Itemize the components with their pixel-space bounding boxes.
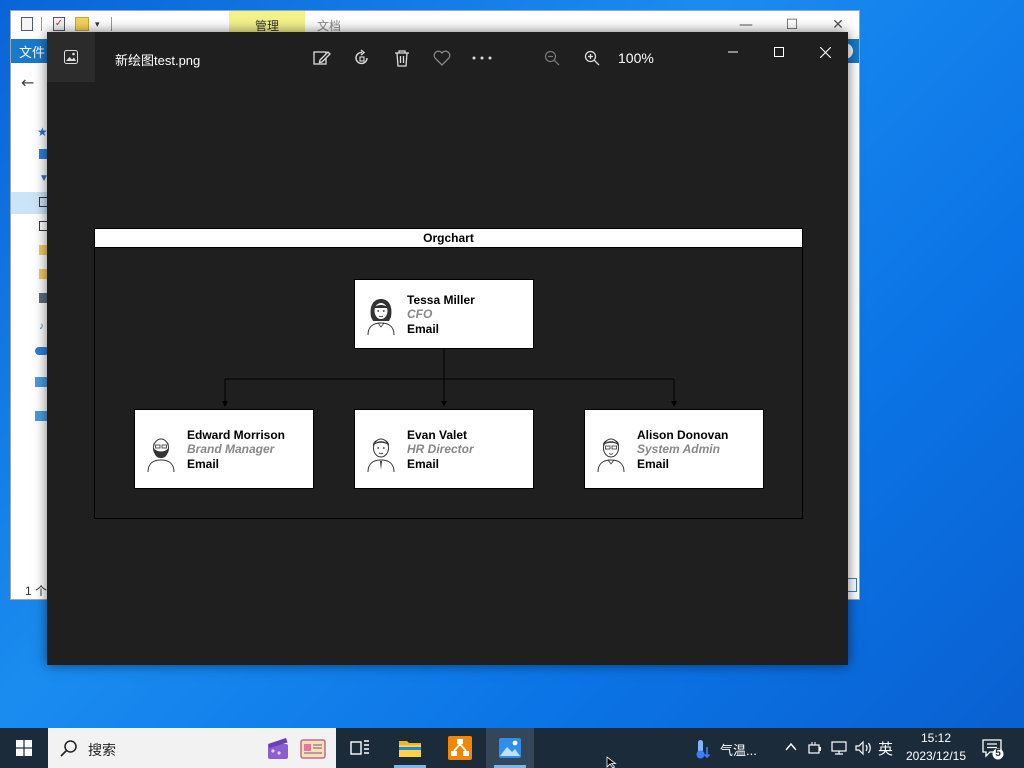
- node-email: Email: [407, 457, 440, 471]
- separator: [111, 17, 112, 31]
- search-placeholder: 搜索: [88, 742, 116, 758]
- task-view-icon: [350, 740, 369, 755]
- weather-widget[interactable]: 气温...: [690, 738, 770, 760]
- thermometer-icon: [696, 740, 711, 759]
- notification-count: 5: [995, 748, 1001, 759]
- node-name: Tessa Miller: [407, 293, 475, 307]
- windows-logo-icon: [16, 740, 32, 756]
- photos-icon: [499, 738, 521, 758]
- status-bar-text: 1 个: [25, 584, 48, 598]
- taskbar-drawio[interactable]: [436, 728, 484, 768]
- zoom-level[interactable]: 100%: [618, 50, 654, 66]
- node-role: CFO: [407, 307, 433, 321]
- node-role: HR Director: [407, 442, 474, 456]
- network-icon[interactable]: [831, 740, 847, 759]
- node-email: Email: [187, 457, 220, 471]
- back-arrow-icon[interactable]: ←: [21, 73, 34, 92]
- weather-text: 气温...: [720, 743, 757, 758]
- new-folder-icon[interactable]: [75, 17, 89, 31]
- taskbar: 搜索 气温... 英 15:12 2023/12/15 5: [0, 728, 1024, 768]
- checkmark-doc-icon[interactable]: ✓: [53, 17, 65, 31]
- separator: [41, 17, 42, 31]
- node-email: Email: [637, 457, 670, 471]
- clapperboard-icon: [268, 738, 288, 759]
- minimize-button[interactable]: [710, 40, 756, 64]
- clock-date[interactable]: 2023/12/15: [898, 749, 974, 763]
- properties-icon[interactable]: [21, 17, 33, 31]
- org-node-child: Edward Morrison Brand Manager Email: [134, 409, 314, 489]
- bearded-man-avatar-icon: [147, 438, 175, 472]
- search-box[interactable]: 搜索: [48, 728, 336, 768]
- node-name: Evan Valet: [407, 428, 468, 442]
- volume-icon[interactable]: [855, 740, 873, 759]
- clock-time[interactable]: 15:12: [910, 731, 962, 745]
- org-node-child: Alison Donovan System Admin Email: [584, 409, 764, 489]
- favorite-icon[interactable]: [429, 45, 455, 71]
- tab-file[interactable]: 文件: [19, 42, 45, 61]
- node-name: Alison Donovan: [637, 428, 729, 442]
- org-node-root: Tessa Miller CFO Email: [354, 279, 534, 349]
- woman-avatar-icon: [367, 299, 395, 335]
- man-avatar-icon: [367, 438, 395, 472]
- diagram-app-icon: [448, 736, 472, 760]
- folder-icon: [399, 741, 421, 757]
- zoom-in-icon[interactable]: [579, 45, 605, 71]
- zoom-out-icon[interactable]: [539, 45, 565, 71]
- input-method-indicator[interactable]: 英: [878, 738, 893, 759]
- task-view-button[interactable]: [336, 728, 384, 768]
- org-node-child: Evan Valet HR Director Email: [354, 409, 534, 489]
- start-button[interactable]: [0, 728, 48, 768]
- rotate-icon[interactable]: [349, 45, 375, 71]
- customize-quick-access-icon[interactable]: ▾: [95, 19, 100, 30]
- quick-access-star-icon[interactable]: ★: [37, 125, 48, 139]
- mouse-cursor-icon: [606, 756, 617, 768]
- taskbar-photos[interactable]: [486, 728, 534, 768]
- node-role: System Admin: [637, 442, 720, 456]
- edit-image-icon[interactable]: [309, 45, 335, 71]
- maximize-button[interactable]: [756, 40, 802, 64]
- news-card-icon: [300, 739, 326, 759]
- delete-icon[interactable]: [389, 45, 415, 71]
- node-email: Email: [407, 322, 440, 336]
- close-button[interactable]: [802, 40, 848, 64]
- node-name: Edward Morrison: [187, 428, 286, 442]
- file-name-title: 新绘图test.png: [115, 53, 201, 68]
- search-icon: [60, 740, 77, 757]
- node-role: Brand Manager: [187, 442, 275, 456]
- orgchart-image: Orgchart Tessa Miller CFO Email Edward M…: [94, 228, 803, 519]
- photos-viewer-window[interactable]: 新绘图test.png 100% Orgchart Tessa Miller C…: [47, 32, 848, 665]
- show-hidden-icons-icon[interactable]: [785, 738, 797, 759]
- man-with-glasses-avatar-icon: [597, 438, 625, 472]
- battery-icon[interactable]: [808, 740, 824, 759]
- action-center-button[interactable]: 5: [982, 738, 1004, 760]
- taskbar-file-explorer[interactable]: [386, 728, 434, 768]
- more-icon[interactable]: [469, 45, 495, 71]
- photos-app-icon[interactable]: [47, 32, 95, 82]
